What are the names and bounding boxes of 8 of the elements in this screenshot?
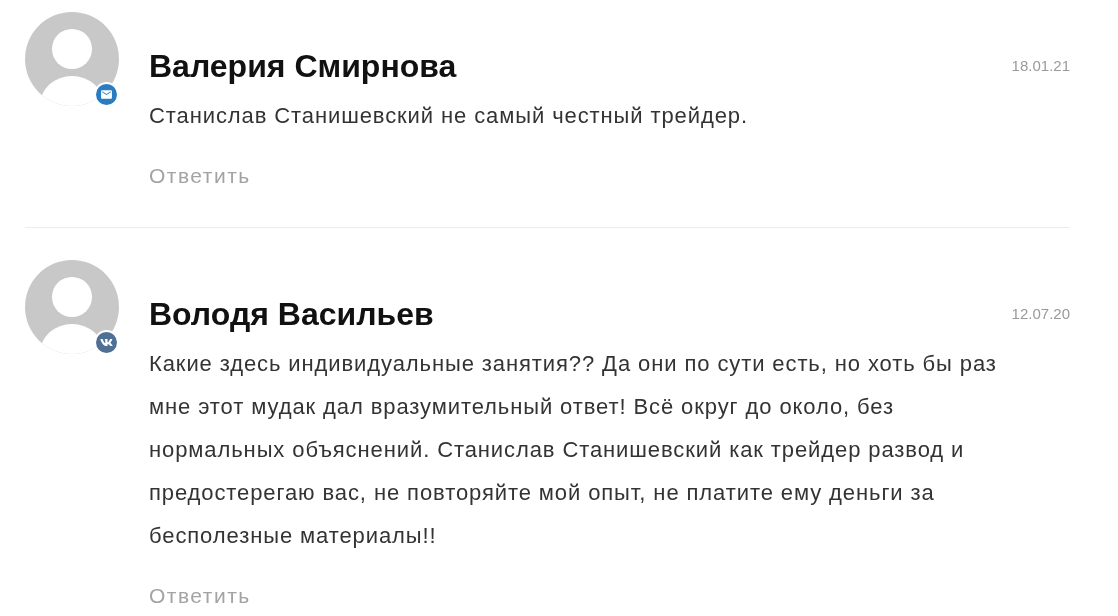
reply-link[interactable]: Ответить [149,162,251,190]
comment-text: Станислав Станишевский не самый честный трейдер. [149,102,749,130]
comment-text: Какие здесь индивидуальные занятия?? Да они по сути есть, но хоть бы раз мне этот мудак дал вразумительный ответ! Всё округ до около, без нормальных объяснений. Станислав Станишевский как трейдер развод и предостерегаю вас, не повторяйте мой опыт, не платите ему деньги за бесполезные материалы!! [149,350,998,550]
author-name: Володя Васильев [149,296,434,332]
comment-date: 18.01.21 [1011,56,1070,76]
reply-link[interactable]: Ответить [149,582,251,610]
author-name: Валерия Смирнова [149,48,457,84]
comment-date: 12.07.20 [1011,304,1070,324]
